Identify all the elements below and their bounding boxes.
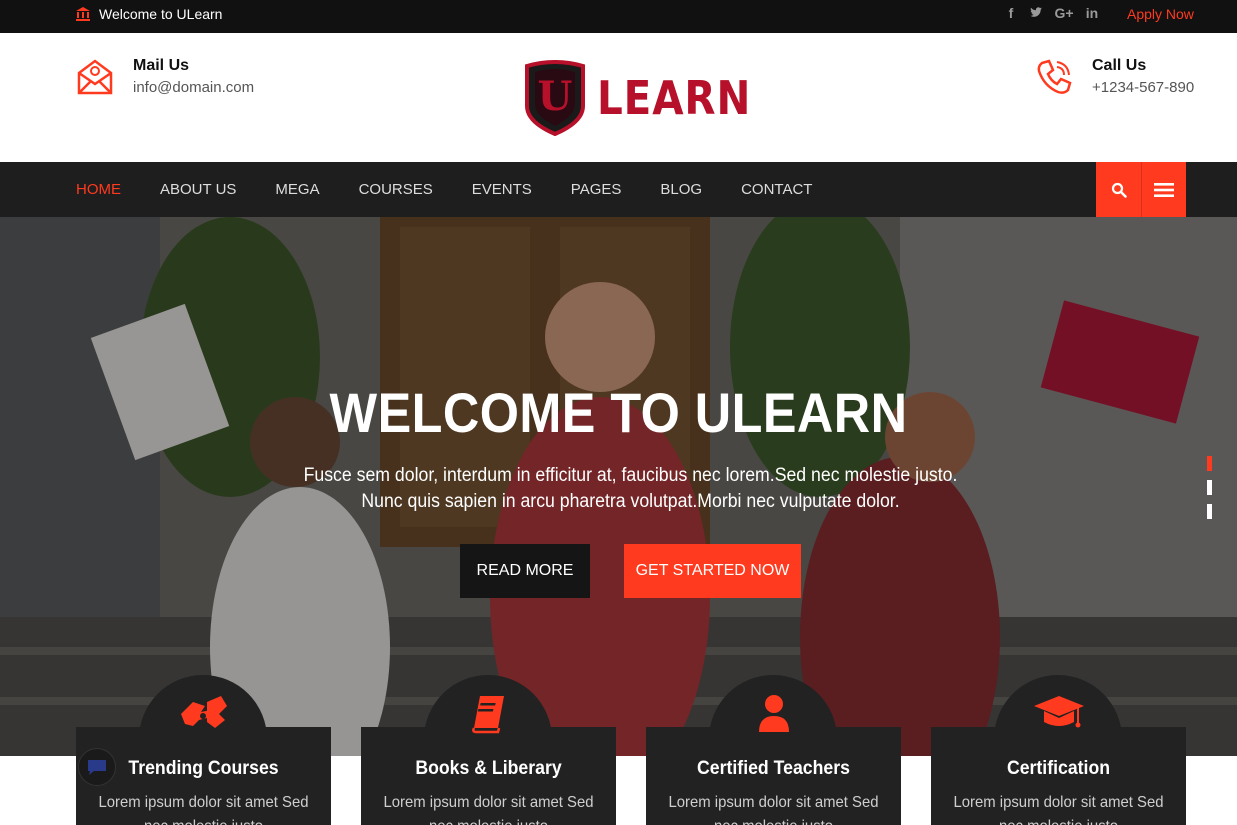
- user-icon: [758, 695, 789, 732]
- sign-language-icon: [180, 696, 227, 728]
- logo-letter: U: [538, 73, 573, 120]
- feature-title: Certified Teachers: [697, 758, 850, 779]
- apply-now-link[interactable]: Apply Now: [1127, 6, 1194, 22]
- main-navigation: HOME ABOUT US MEGA COURSES EVENTS PAGES …: [0, 162, 1237, 217]
- mail-address[interactable]: info@domain.com: [133, 79, 254, 96]
- twitter-icon[interactable]: [1029, 5, 1043, 22]
- get-started-button[interactable]: GET STARTED NOW: [624, 544, 801, 598]
- feature-title: Books & Liberary: [415, 758, 562, 779]
- feature-text: Lorem ipsum dolor sit amet Sed nec moles…: [668, 794, 879, 825]
- book-icon: [471, 696, 504, 734]
- institution-icon: [76, 7, 90, 21]
- site-logo[interactable]: U LEARN: [523, 60, 772, 136]
- hero-subtitle-line-1: Fusce sem dolor, interdum in efficitur a…: [303, 465, 958, 486]
- hamburger-menu-icon: [1154, 182, 1174, 197]
- top-bar: Welcome to ULearn f G+ in Apply Now: [0, 0, 1237, 33]
- mail-contact: Mail Us info@domain.com: [75, 57, 254, 97]
- nav-item-events[interactable]: EVENTS: [472, 181, 532, 198]
- nav-item-contact[interactable]: CONTACT: [741, 181, 812, 198]
- nav-item-mega[interactable]: MEGA: [275, 181, 319, 198]
- search-button[interactable]: [1096, 162, 1141, 217]
- graduation-cap-icon: [1033, 696, 1084, 728]
- feature-card-certified-teachers[interactable]: Certified Teachers Lorem ipsum dolor sit…: [646, 675, 901, 825]
- mail-title: Mail Us: [133, 57, 190, 74]
- nav-item-courses[interactable]: COURSES: [359, 181, 433, 198]
- feature-text: Lorem ipsum dolor sit amet Sed nec moles…: [953, 794, 1164, 825]
- welcome-text: Welcome to ULearn: [99, 6, 223, 22]
- google-plus-icon[interactable]: G+: [1054, 5, 1074, 22]
- slider-dot-3[interactable]: [1207, 504, 1212, 519]
- phone-number[interactable]: +1234-567-890: [1092, 79, 1194, 96]
- nav-item-home[interactable]: HOME: [76, 181, 121, 198]
- shield-logo-icon: U: [525, 60, 585, 136]
- welcome-message: Welcome to ULearn: [75, 6, 222, 22]
- hero-subtitle: Fusce sem dolor, interdum in efficitur a…: [44, 463, 1217, 515]
- slider-dot-1[interactable]: [1207, 456, 1212, 471]
- call-title: Call Us: [1092, 57, 1147, 74]
- search-icon: [1111, 182, 1127, 198]
- feature-title: Trending Courses: [128, 758, 279, 779]
- facebook-icon[interactable]: f: [1004, 5, 1018, 22]
- slider-dot-2[interactable]: [1207, 480, 1212, 495]
- menu-button[interactable]: [1141, 162, 1186, 217]
- nav-item-pages[interactable]: PAGES: [571, 181, 622, 198]
- linkedin-icon[interactable]: in: [1085, 5, 1099, 22]
- chat-icon: [88, 760, 106, 775]
- feature-title: Certification: [1006, 758, 1111, 779]
- mail-icon: [77, 59, 113, 95]
- feature-text: Lorem ipsum dolor sit amet Sed nec moles…: [383, 794, 594, 825]
- nav-item-about-us[interactable]: ABOUT US: [160, 181, 236, 198]
- social-links: f G+ in: [1004, 5, 1099, 22]
- nav-item-blog[interactable]: BLOG: [660, 181, 702, 198]
- slider-pagination: [1207, 456, 1212, 519]
- phone-icon: [1037, 59, 1072, 94]
- logo-text: LEARN: [597, 71, 752, 125]
- call-contact: Call Us +1234-567-890: [1034, 57, 1194, 97]
- feature-text: Lorem ipsum dolor sit amet Sed nec moles…: [98, 794, 309, 825]
- site-header: Mail Us info@domain.com U LEARN Call Us …: [0, 33, 1237, 162]
- feature-card-books-library[interactable]: Books & Liberary Lorem ipsum dolor sit a…: [361, 675, 616, 825]
- read-more-button[interactable]: READ MORE: [460, 544, 590, 598]
- hero-title: WELCOME TO ULEARN: [329, 381, 908, 444]
- hero-subtitle-line-2: Nunc quis sapien in arcu pharetra volutp…: [361, 491, 900, 512]
- feature-card-trending-courses[interactable]: Trending Courses Lorem ipsum dolor sit a…: [76, 675, 331, 825]
- chat-widget-button[interactable]: [78, 748, 116, 786]
- feature-card-certification[interactable]: Certification Lorem ipsum dolor sit amet…: [931, 675, 1186, 825]
